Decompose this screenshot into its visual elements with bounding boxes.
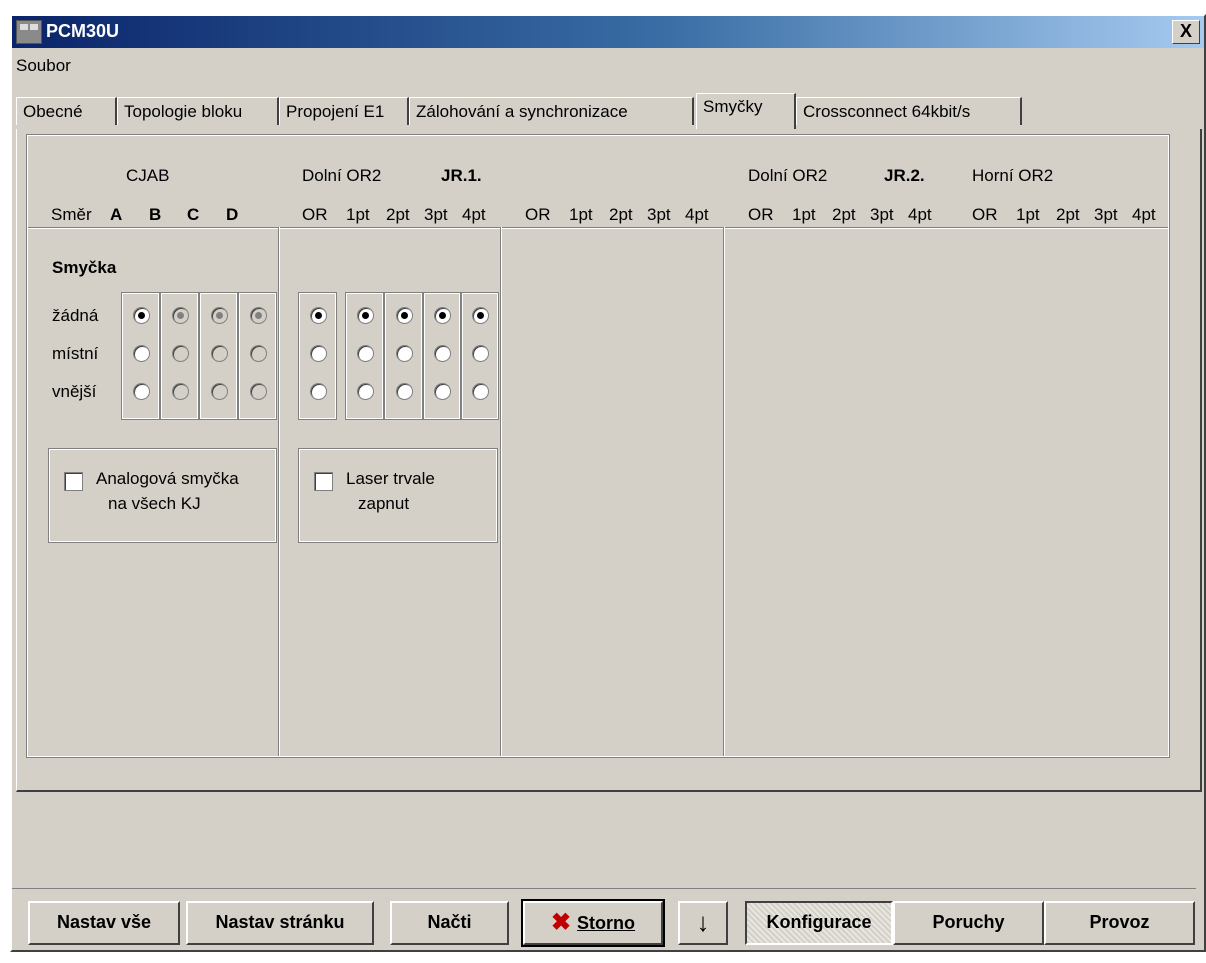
header-c: C: [187, 205, 200, 224]
header-divider: [27, 227, 1169, 229]
col-3pt: 3pt: [424, 205, 448, 224]
col-4pt: 4pt: [908, 205, 932, 224]
col-2pt: 2pt: [1056, 205, 1080, 224]
col-4pt: 4pt: [1132, 205, 1156, 224]
col-or: OR: [302, 205, 328, 224]
header-lower-or2-1: Dolní OR2: [302, 166, 382, 185]
col-or: OR: [525, 205, 551, 224]
analog-loop-label-1: Analogová smyčka: [96, 469, 239, 488]
tab-block-topology[interactable]: Topologie bloku: [117, 97, 279, 125]
col-3pt: 3pt: [870, 205, 894, 224]
radio-or-external[interactable]: [310, 383, 327, 400]
loop-grid: [26, 134, 1170, 758]
configuration-button[interactable]: Konfigurace: [745, 901, 893, 945]
header-direction: Směr: [51, 205, 92, 224]
header-jr2: JR.2.: [884, 166, 925, 185]
read-button[interactable]: Načti: [390, 901, 509, 945]
radio-d-local[interactable]: [250, 345, 267, 362]
row-label-none: žádná: [52, 306, 99, 325]
window-title: PCM30U: [46, 21, 120, 41]
header-jr1: JR.1.: [441, 166, 482, 185]
radio-2pt-none[interactable]: [396, 307, 413, 324]
col-or: OR: [748, 205, 774, 224]
column-divider: [723, 227, 725, 757]
radio-a-none[interactable]: [133, 307, 150, 324]
cancel-label: Storno: [577, 913, 636, 933]
radio-3pt-none[interactable]: [434, 307, 451, 324]
radio-c-none[interactable]: [211, 307, 228, 324]
faults-button[interactable]: Poruchy: [893, 901, 1044, 945]
header-d: D: [226, 205, 239, 224]
down-arrow-button[interactable]: ↓: [678, 901, 728, 945]
radio-or-local[interactable]: [310, 345, 327, 362]
column-divider: [278, 227, 280, 757]
col-2pt: 2pt: [832, 205, 856, 224]
radio-4pt-local[interactable]: [472, 345, 489, 362]
column-divider: [500, 227, 502, 757]
analog-loop-label-2: na všech KJ: [108, 494, 201, 513]
header-cjab: CJAB: [126, 166, 170, 185]
radio-1pt-local[interactable]: [357, 345, 374, 362]
col-or: OR: [972, 205, 998, 224]
radio-b-local[interactable]: [172, 345, 189, 362]
laser-label-2: zapnut: [358, 494, 410, 513]
tab-loops[interactable]: Smyčky: [696, 93, 796, 129]
header-upper-or2: Horní OR2: [972, 166, 1054, 185]
tab-e1-connections[interactable]: Propojení E1: [279, 97, 409, 125]
radio-1pt-external[interactable]: [357, 383, 374, 400]
radio-b-external[interactable]: [172, 383, 189, 400]
col-1pt: 1pt: [792, 205, 816, 224]
col-4pt: 4pt: [685, 205, 709, 224]
radio-a-external[interactable]: [133, 383, 150, 400]
analog-loop-checkbox[interactable]: [64, 472, 83, 491]
tab-backup-sync[interactable]: Zálohování a synchronizace: [409, 97, 694, 125]
radio-d-none[interactable]: [250, 307, 267, 324]
col-2pt: 2pt: [386, 205, 410, 224]
header-b: B: [149, 205, 162, 224]
radio-or-none[interactable]: [310, 307, 327, 324]
col-3pt: 3pt: [1094, 205, 1118, 224]
operation-button[interactable]: Provoz: [1044, 901, 1195, 945]
tab-crossconnect[interactable]: Crossconnect 64kbit/s: [796, 97, 1022, 125]
col-1pt: 1pt: [346, 205, 370, 224]
radio-b-none[interactable]: [172, 307, 189, 324]
cancel-x-icon: ✖: [550, 909, 572, 936]
title-bar: PCM30U X: [12, 16, 1204, 48]
cancel-button[interactable]: ✖ Storno: [521, 899, 665, 947]
radio-4pt-none[interactable]: [472, 307, 489, 324]
radio-d-external[interactable]: [250, 383, 267, 400]
col-1pt: 1pt: [569, 205, 593, 224]
radio-2pt-external[interactable]: [396, 383, 413, 400]
col-2pt: 2pt: [609, 205, 633, 224]
tab-general[interactable]: Obecné: [16, 97, 117, 125]
radio-3pt-local[interactable]: [434, 345, 451, 362]
header-a: A: [110, 205, 123, 224]
laser-label-1: Laser trvale: [346, 469, 435, 488]
set-page-button[interactable]: Nastav stránku: [186, 901, 374, 945]
app-icon: [16, 20, 42, 44]
radio-c-local[interactable]: [211, 345, 228, 362]
col-4pt: 4pt: [462, 205, 486, 224]
row-label-external: vnější: [52, 382, 97, 401]
laser-checkbox[interactable]: [314, 472, 333, 491]
col-3pt: 3pt: [647, 205, 671, 224]
radio-2pt-local[interactable]: [396, 345, 413, 362]
radio-a-local[interactable]: [133, 345, 150, 362]
loop-title: Smyčka: [52, 258, 117, 277]
radio-c-external[interactable]: [211, 383, 228, 400]
radio-3pt-external[interactable]: [434, 383, 451, 400]
row-label-local: místní: [52, 344, 99, 363]
menu-bar: Soubor: [16, 56, 71, 76]
col-1pt: 1pt: [1016, 205, 1040, 224]
tab-strip: Obecné Topologie bloku Propojení E1 Zálo…: [16, 93, 1204, 129]
menu-file[interactable]: Soubor: [16, 56, 71, 75]
header-lower-or2-2: Dolní OR2: [748, 166, 828, 185]
close-button[interactable]: X: [1172, 20, 1200, 44]
radio-4pt-external[interactable]: [472, 383, 489, 400]
radio-1pt-none[interactable]: [357, 307, 374, 324]
set-all-button[interactable]: Nastav vše: [28, 901, 180, 945]
